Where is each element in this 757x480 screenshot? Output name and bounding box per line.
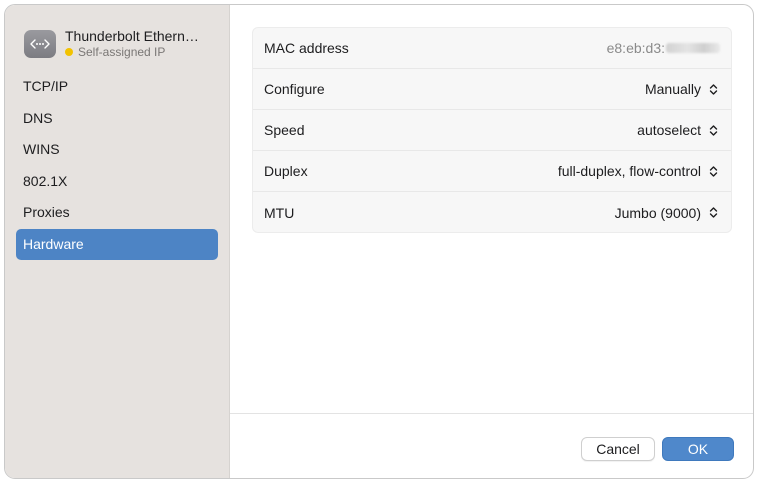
mtu-label: MTU <box>264 204 295 221</box>
footer-divider <box>230 413 753 414</box>
interface-name: Thunderbolt Ethern… <box>65 28 199 44</box>
interface-status-text: Self-assigned IP <box>78 45 166 59</box>
chevron-up-down-icon <box>706 81 720 97</box>
sidebar: Thunderbolt Ethern… Self-assigned IP TCP… <box>5 5 230 478</box>
status-dot-icon <box>65 48 73 56</box>
sidebar-item-wins[interactable]: WINS <box>16 134 218 165</box>
configure-value: Manually <box>644 81 701 97</box>
speed-label: Speed <box>264 122 305 138</box>
duplex-popup[interactable]: full-duplex, flow-control <box>558 163 720 179</box>
hardware-pane: MAC address e8:eb:d3: Configure Manually… <box>230 5 753 478</box>
ok-button[interactable]: OK <box>662 437 734 461</box>
sidebar-item-proxies[interactable]: Proxies <box>16 197 218 228</box>
sidebar-nav: TCP/IP DNS WINS 802.1X Proxies Hardware <box>16 71 218 261</box>
mtu-value: Jumbo (9000) <box>614 204 701 221</box>
configure-popup[interactable]: Manually <box>645 81 720 97</box>
duplex-label: Duplex <box>264 163 308 179</box>
configure-row: Configure Manually <box>253 69 731 110</box>
duplex-row: Duplex full-duplex, flow-control <box>253 151 731 192</box>
duplex-value: full-duplex, flow-control <box>557 163 701 179</box>
cancel-button[interactable]: Cancel <box>581 437 655 461</box>
speed-value: autoselect <box>637 122 701 138</box>
interface-header: Thunderbolt Ethern… Self-assigned IP <box>24 28 199 59</box>
chevron-up-down-icon <box>706 163 720 179</box>
hardware-settings-panel: MAC address e8:eb:d3: Configure Manually… <box>252 27 732 233</box>
speed-row: Speed autoselect <box>253 110 731 151</box>
mtu-row: MTU Jumbo (9000) <box>253 192 731 233</box>
chevron-up-down-icon <box>706 122 720 138</box>
mac-address-redacted <box>666 43 720 53</box>
speed-popup[interactable]: autoselect <box>637 122 720 138</box>
mac-address-label: MAC address <box>264 40 349 56</box>
sidebar-item-dns[interactable]: DNS <box>16 103 218 134</box>
network-interface-icon <box>24 29 56 58</box>
mac-address-text: e8:eb:d3: <box>606 40 665 56</box>
network-settings-window: Thunderbolt Ethern… Self-assigned IP TCP… <box>4 4 754 479</box>
mac-address-row: MAC address e8:eb:d3: <box>253 28 731 69</box>
sidebar-item-8021x[interactable]: 802.1X <box>16 166 218 197</box>
sidebar-item-hardware[interactable]: Hardware <box>16 228 218 260</box>
chevron-up-down-icon <box>706 205 720 221</box>
sidebar-item-tcpip[interactable]: TCP/IP <box>16 71 218 102</box>
mtu-popup[interactable]: Jumbo (9000) <box>615 205 720 221</box>
interface-status: Self-assigned IP <box>65 45 199 59</box>
mac-address-value: e8:eb:d3: <box>607 40 720 56</box>
configure-label: Configure <box>264 81 325 97</box>
